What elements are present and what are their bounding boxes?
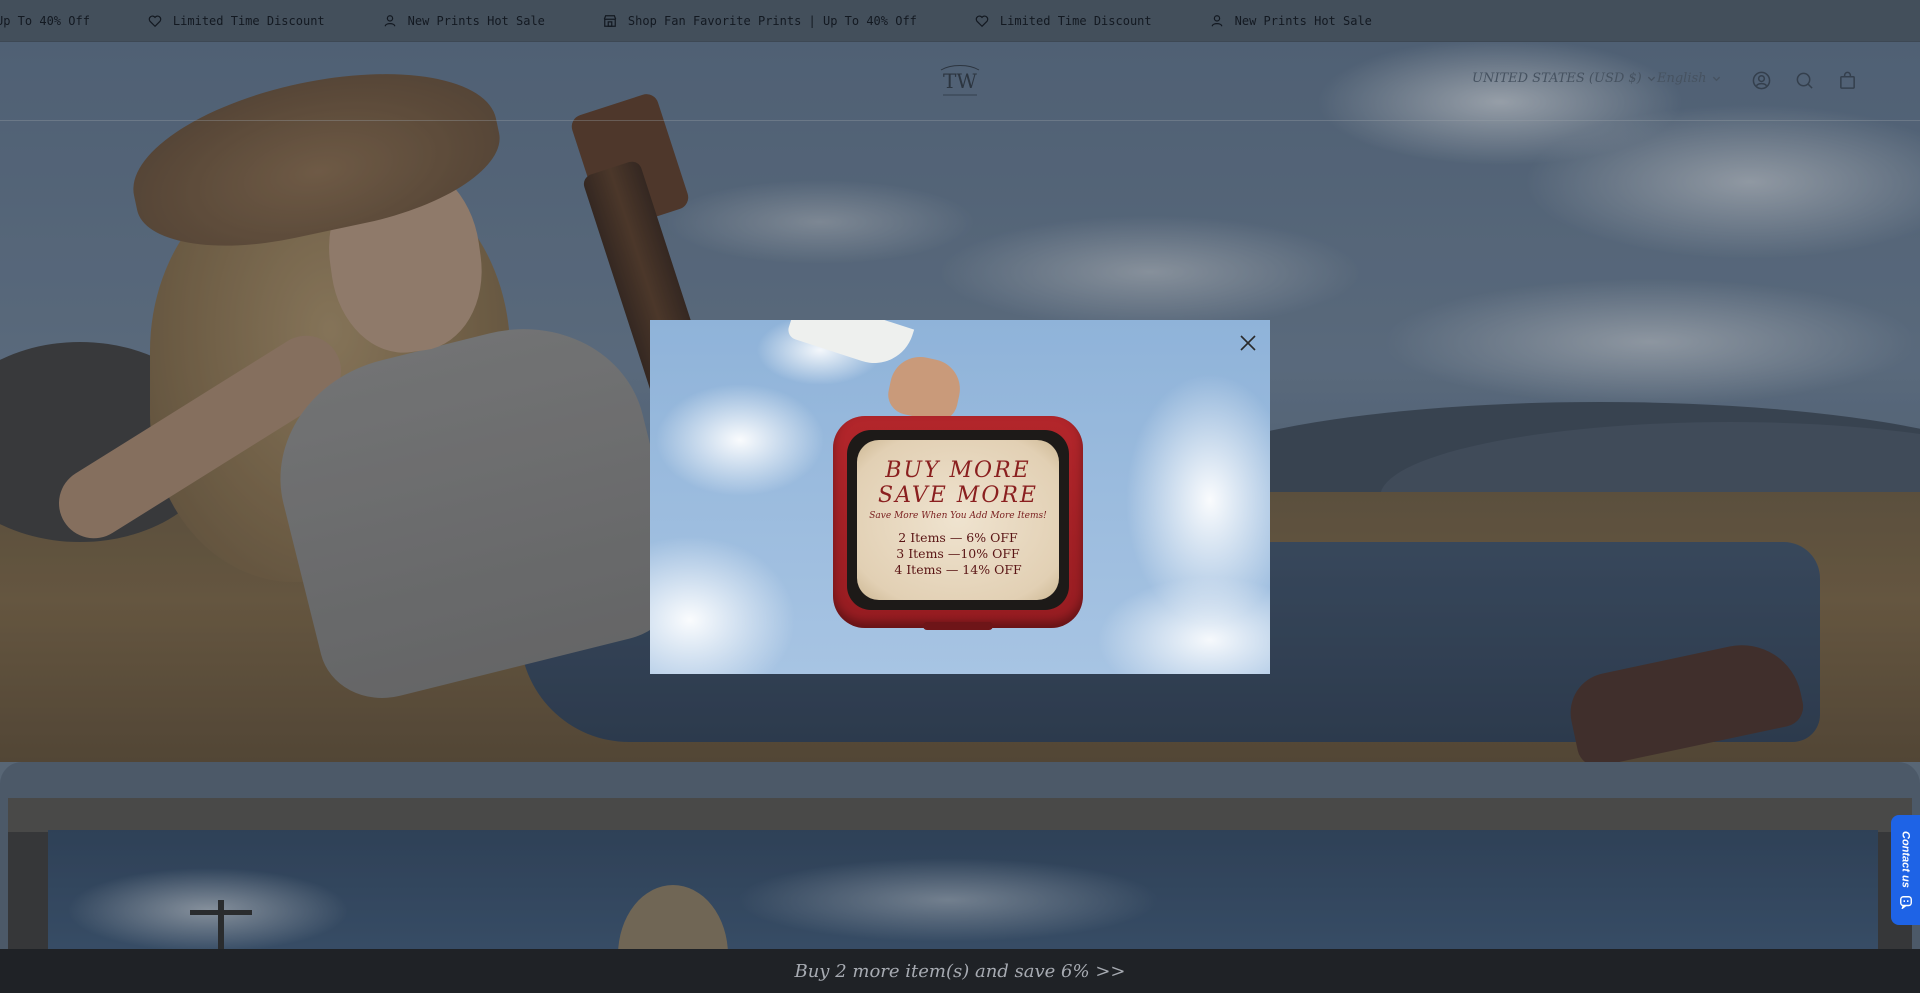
close-popup-button[interactable] — [1237, 332, 1259, 354]
popup-headline-line2: SAVE MORE — [878, 483, 1038, 508]
discount-tier: 3 Items —10% OFF — [896, 546, 1020, 561]
discount-tier-list: 2 Items — 6% OFF 3 Items —10% OFF 4 Item… — [857, 530, 1059, 578]
contact-us-tab[interactable]: Contact us — [1891, 815, 1920, 925]
tv-screen: BUY MORE SAVE MORE Save More When You Ad… — [857, 440, 1059, 600]
tv-stand — [923, 622, 993, 630]
discount-tier: 2 Items — 6% OFF — [898, 530, 1018, 545]
promo-bar-text: Buy 2 more item(s) and save 6% >> — [794, 960, 1126, 982]
retro-tv-graphic: BUY MORE SAVE MORE Save More When You Ad… — [833, 416, 1083, 630]
hand-shape — [884, 351, 966, 425]
chat-icon — [1899, 895, 1913, 910]
bundle-promo-bar[interactable]: Buy 2 more item(s) and save 6% >> — [0, 949, 1920, 993]
promo-popup[interactable]: BUY MORE SAVE MORE Save More When You Ad… — [650, 320, 1270, 674]
sleeve-shape — [785, 320, 915, 374]
discount-tier: 4 Items — 14% OFF — [894, 562, 1022, 577]
popup-subhead: Save More When You Add More Items! — [869, 511, 1047, 521]
close-icon — [1240, 335, 1256, 351]
contact-us-label: Contact us — [1899, 830, 1912, 888]
popup-headline-line1: BUY MORE — [885, 458, 1031, 483]
